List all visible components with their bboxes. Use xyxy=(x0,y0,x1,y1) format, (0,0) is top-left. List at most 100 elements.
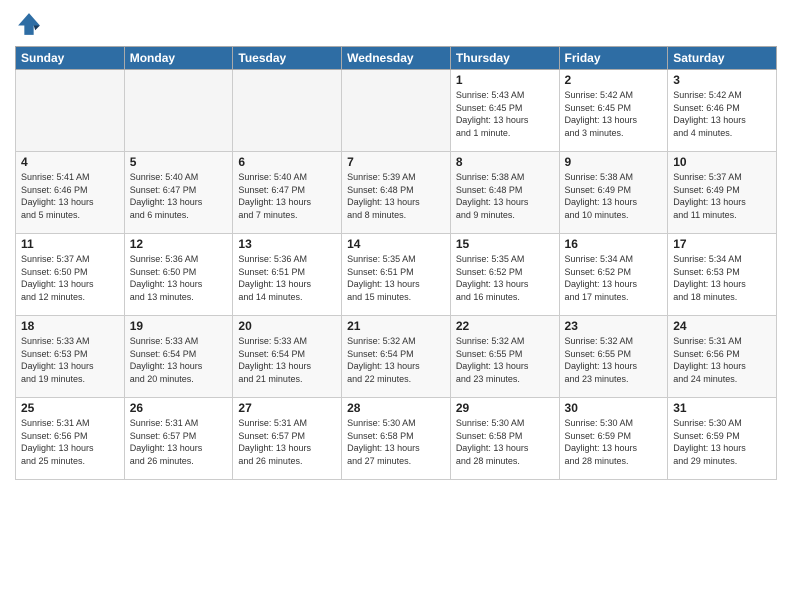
calendar-cell: 31 Sunrise: 5:30 AM Sunset: 6:59 PM Dayli… xyxy=(668,398,777,480)
weekday-header-tuesday: Tuesday xyxy=(233,47,342,70)
calendar-cell: 23Sunrise: 5:32 AM Sunset: 6:55 PM Dayli… xyxy=(559,316,668,398)
day-info: Sunrise: 5:31 AM Sunset: 6:56 PM Dayligh… xyxy=(21,417,119,467)
calendar-cell: 16 Sunrise: 5:34 AM Sunset: 6:52 PM Dayli… xyxy=(559,234,668,316)
day-number: 21 xyxy=(347,319,445,333)
day-number: 1 xyxy=(456,73,554,87)
calendar-cell: 24 Sunrise: 5:31 AM Sunset: 6:56 PM Dayli… xyxy=(668,316,777,398)
calendar-cell: 17 Sunrise: 5:34 AM Sunset: 6:53 PM Dayli… xyxy=(668,234,777,316)
day-number: 3 xyxy=(673,73,771,87)
calendar-cell: 26 Sunrise: 5:31 AM Sunset: 6:57 PM Dayli… xyxy=(124,398,233,480)
calendar-page: SundayMondayTuesdayWednesdayThursdayFrid… xyxy=(0,0,792,612)
day-number: 8 xyxy=(456,155,554,169)
day-number: 30 xyxy=(565,401,663,415)
day-number: 24 xyxy=(673,319,771,333)
day-number: 19 xyxy=(130,319,228,333)
calendar-cell: 19 Sunrise: 5:33 AM Sunset: 6:54 PM Dayli… xyxy=(124,316,233,398)
day-number: 15 xyxy=(456,237,554,251)
day-number: 25 xyxy=(21,401,119,415)
day-number: 6 xyxy=(238,155,336,169)
day-info: Sunrise: 5:37 AM Sunset: 6:50 PM Dayligh… xyxy=(21,253,119,303)
day-number: 31 xyxy=(673,401,771,415)
calendar-cell: 7Sunrise: 5:39 AM Sunset: 6:48 PM Daylig… xyxy=(342,152,451,234)
calendar-week-1: 1 Sunrise: 5:43 AM Sunset: 6:45 PM Daylig… xyxy=(16,70,777,152)
day-info: Sunrise: 5:36 AM Sunset: 6:50 PM Dayligh… xyxy=(130,253,228,303)
calendar-week-3: 11Sunrise: 5:37 AM Sunset: 6:50 PM Dayli… xyxy=(16,234,777,316)
weekday-header-saturday: Saturday xyxy=(668,47,777,70)
day-number: 12 xyxy=(130,237,228,251)
logo xyxy=(15,10,47,38)
day-info: Sunrise: 5:30 AM Sunset: 6:58 PM Dayligh… xyxy=(456,417,554,467)
calendar-cell: 8 Sunrise: 5:38 AM Sunset: 6:48 PM Daylig… xyxy=(450,152,559,234)
day-info: Sunrise: 5:38 AM Sunset: 6:49 PM Dayligh… xyxy=(565,171,663,221)
day-number: 22 xyxy=(456,319,554,333)
day-info: Sunrise: 5:34 AM Sunset: 6:53 PM Dayligh… xyxy=(673,253,771,303)
calendar-cell: 4 Sunrise: 5:41 AM Sunset: 6:46 PM Daylig… xyxy=(16,152,125,234)
day-info: Sunrise: 5:33 AM Sunset: 6:53 PM Dayligh… xyxy=(21,335,119,385)
weekday-header-wednesday: Wednesday xyxy=(342,47,451,70)
weekday-header-thursday: Thursday xyxy=(450,47,559,70)
day-info: Sunrise: 5:33 AM Sunset: 6:54 PM Dayligh… xyxy=(238,335,336,385)
day-info: Sunrise: 5:36 AM Sunset: 6:51 PM Dayligh… xyxy=(238,253,336,303)
calendar-cell: 25 Sunrise: 5:31 AM Sunset: 6:56 PM Dayli… xyxy=(16,398,125,480)
day-info: Sunrise: 5:31 AM Sunset: 6:56 PM Dayligh… xyxy=(673,335,771,385)
day-info: Sunrise: 5:31 AM Sunset: 6:57 PM Dayligh… xyxy=(130,417,228,467)
calendar-cell xyxy=(233,70,342,152)
header xyxy=(15,10,777,38)
calendar-cell: 21 Sunrise: 5:32 AM Sunset: 6:54 PM Dayli… xyxy=(342,316,451,398)
calendar-cell: 15 Sunrise: 5:35 AM Sunset: 6:52 PM Dayli… xyxy=(450,234,559,316)
day-info: Sunrise: 5:42 AM Sunset: 6:45 PM Dayligh… xyxy=(565,89,663,139)
day-info: Sunrise: 5:32 AM Sunset: 6:55 PM Dayligh… xyxy=(456,335,554,385)
calendar-cell: 5Sunrise: 5:40 AM Sunset: 6:47 PM Daylig… xyxy=(124,152,233,234)
calendar-cell: 10 Sunrise: 5:37 AM Sunset: 6:49 PM Dayli… xyxy=(668,152,777,234)
calendar-cell: 27 Sunrise: 5:31 AM Sunset: 6:57 PM Dayli… xyxy=(233,398,342,480)
day-number: 26 xyxy=(130,401,228,415)
calendar-cell: 20 Sunrise: 5:33 AM Sunset: 6:54 PM Dayli… xyxy=(233,316,342,398)
day-info: Sunrise: 5:31 AM Sunset: 6:57 PM Dayligh… xyxy=(238,417,336,467)
day-number: 16 xyxy=(565,237,663,251)
day-info: Sunrise: 5:37 AM Sunset: 6:49 PM Dayligh… xyxy=(673,171,771,221)
day-number: 29 xyxy=(456,401,554,415)
weekday-header-monday: Monday xyxy=(124,47,233,70)
day-info: Sunrise: 5:32 AM Sunset: 6:54 PM Dayligh… xyxy=(347,335,445,385)
day-info: Sunrise: 5:30 AM Sunset: 6:58 PM Dayligh… xyxy=(347,417,445,467)
day-number: 13 xyxy=(238,237,336,251)
calendar-cell: 12 Sunrise: 5:36 AM Sunset: 6:50 PM Dayli… xyxy=(124,234,233,316)
day-info: Sunrise: 5:43 AM Sunset: 6:45 PM Dayligh… xyxy=(456,89,554,139)
day-number: 18 xyxy=(21,319,119,333)
day-number: 10 xyxy=(673,155,771,169)
calendar-cell: 11Sunrise: 5:37 AM Sunset: 6:50 PM Dayli… xyxy=(16,234,125,316)
calendar-cell: 13 Sunrise: 5:36 AM Sunset: 6:51 PM Dayli… xyxy=(233,234,342,316)
calendar-cell: 14Sunrise: 5:35 AM Sunset: 6:51 PM Dayli… xyxy=(342,234,451,316)
day-info: Sunrise: 5:30 AM Sunset: 6:59 PM Dayligh… xyxy=(673,417,771,467)
calendar-cell: 30 Sunrise: 5:30 AM Sunset: 6:59 PM Dayli… xyxy=(559,398,668,480)
calendar-cell: 22 Sunrise: 5:32 AM Sunset: 6:55 PM Dayli… xyxy=(450,316,559,398)
day-number: 9 xyxy=(565,155,663,169)
day-info: Sunrise: 5:38 AM Sunset: 6:48 PM Dayligh… xyxy=(456,171,554,221)
weekday-header-sunday: Sunday xyxy=(16,47,125,70)
day-info: Sunrise: 5:35 AM Sunset: 6:52 PM Dayligh… xyxy=(456,253,554,303)
day-info: Sunrise: 5:32 AM Sunset: 6:55 PM Dayligh… xyxy=(565,335,663,385)
calendar-cell: 29 Sunrise: 5:30 AM Sunset: 6:58 PM Dayli… xyxy=(450,398,559,480)
calendar-week-4: 18 Sunrise: 5:33 AM Sunset: 6:53 PM Dayli… xyxy=(16,316,777,398)
calendar-cell: 2Sunrise: 5:42 AM Sunset: 6:45 PM Daylig… xyxy=(559,70,668,152)
calendar-cell: 6Sunrise: 5:40 AM Sunset: 6:47 PM Daylig… xyxy=(233,152,342,234)
day-info: Sunrise: 5:33 AM Sunset: 6:54 PM Dayligh… xyxy=(130,335,228,385)
calendar-cell: 18 Sunrise: 5:33 AM Sunset: 6:53 PM Dayli… xyxy=(16,316,125,398)
day-number: 27 xyxy=(238,401,336,415)
day-info: Sunrise: 5:41 AM Sunset: 6:46 PM Dayligh… xyxy=(21,171,119,221)
day-number: 14 xyxy=(347,237,445,251)
calendar-cell xyxy=(342,70,451,152)
day-number: 28 xyxy=(347,401,445,415)
calendar-cell: 9 Sunrise: 5:38 AM Sunset: 6:49 PM Daylig… xyxy=(559,152,668,234)
day-number: 17 xyxy=(673,237,771,251)
day-info: Sunrise: 5:39 AM Sunset: 6:48 PM Dayligh… xyxy=(347,171,445,221)
day-number: 20 xyxy=(238,319,336,333)
day-info: Sunrise: 5:34 AM Sunset: 6:52 PM Dayligh… xyxy=(565,253,663,303)
day-number: 4 xyxy=(21,155,119,169)
calendar-week-5: 25 Sunrise: 5:31 AM Sunset: 6:56 PM Dayli… xyxy=(16,398,777,480)
calendar-cell xyxy=(124,70,233,152)
logo-icon xyxy=(15,10,43,38)
day-info: Sunrise: 5:30 AM Sunset: 6:59 PM Dayligh… xyxy=(565,417,663,467)
calendar-cell: 28 Sunrise: 5:30 AM Sunset: 6:58 PM Dayli… xyxy=(342,398,451,480)
weekday-header-friday: Friday xyxy=(559,47,668,70)
